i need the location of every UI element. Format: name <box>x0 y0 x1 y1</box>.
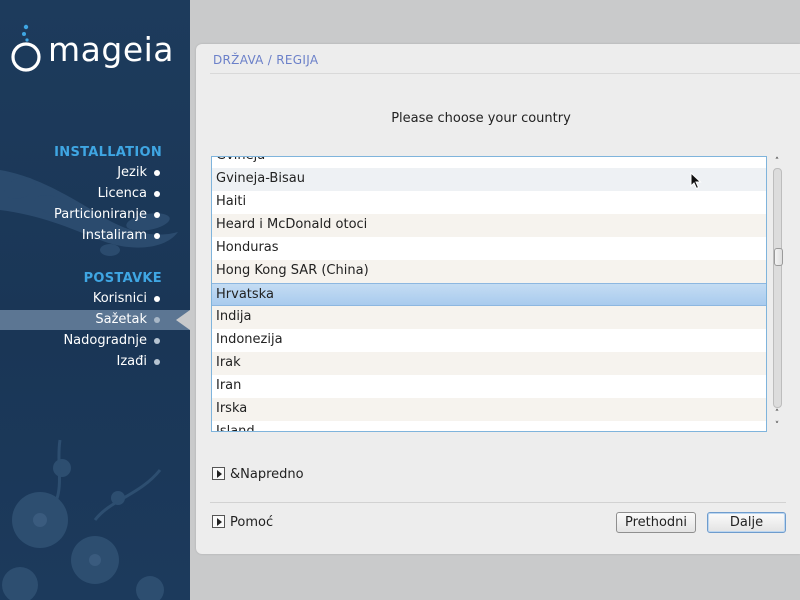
chevron-down-icon[interactable]: ˅ <box>770 420 784 432</box>
country-row[interactable]: Indija <box>212 306 766 329</box>
country-row[interactable]: Island <box>212 421 766 431</box>
sidebar-item-label: Sažetak <box>95 312 147 327</box>
country-row[interactable]: Iran <box>212 375 766 398</box>
country-list-scrollbar[interactable]: ˄ ˄ ˅ <box>770 156 784 432</box>
mageia-logo: mageia <box>8 24 184 76</box>
footer-divider <box>210 502 786 503</box>
section-heading-postavke: POSTAVKE <box>83 271 162 286</box>
country-list[interactable]: Gvineja Gvineja-Bisau Haiti Heard i McDo… <box>211 156 767 432</box>
sidebar-item-licenca: Licenca <box>0 184 190 204</box>
country-row[interactable]: Gvineja-Bisau <box>212 168 766 191</box>
country-prompt: Please choose your country <box>391 111 571 126</box>
chevron-up-icon[interactable]: ˄ <box>770 156 784 168</box>
advanced-expander[interactable]: &Napredno <box>212 467 304 483</box>
chevron-up-icon[interactable]: ˄ <box>770 408 784 420</box>
bullet-icon <box>154 233 160 239</box>
bullet-icon <box>154 296 160 302</box>
country-row[interactable]: Honduras <box>212 237 766 260</box>
previous-button[interactable]: Prethodni <box>616 512 696 533</box>
sidebar-item-label: Jezik <box>117 165 147 180</box>
bullet-icon <box>154 317 160 323</box>
sidebar-item-particioniranje: Particioniranje <box>0 205 190 225</box>
title-divider <box>210 73 800 74</box>
sidebar-item-izadi: Izađi <box>0 352 190 372</box>
section-heading-installation: INSTALLATION <box>54 145 162 160</box>
sidebar-item-label: Korisnici <box>92 291 147 306</box>
mageia-logo-icon <box>11 24 41 72</box>
scrollbar-track[interactable] <box>773 168 783 408</box>
country-row[interactable]: Irska <box>212 398 766 421</box>
country-row[interactable]: Hong Kong SAR (China) <box>212 260 766 283</box>
country-row[interactable]: Irak <box>212 352 766 375</box>
bullet-icon <box>154 170 160 176</box>
triangle-right-icon <box>212 467 225 480</box>
sidebar-item-label: Licenca <box>97 186 147 201</box>
bullet-icon <box>154 212 160 218</box>
bullet-icon <box>154 191 160 197</box>
mouse-cursor-icon <box>690 172 702 190</box>
country-row-selected[interactable]: Hrvatska <box>212 283 766 306</box>
triangle-right-icon <box>212 515 225 528</box>
scrollbar-thumb[interactable] <box>774 248 783 266</box>
bullet-icon <box>154 359 160 365</box>
country-row[interactable]: Gvineja <box>212 157 766 168</box>
next-button[interactable]: Dalje <box>707 512 786 533</box>
country-row[interactable]: Indonezija <box>212 329 766 352</box>
sidebar-item-label: Izađi <box>116 354 148 369</box>
sidebar-item-jezik: Jezik <box>0 163 190 183</box>
logo-wordmark: mageia <box>48 30 175 69</box>
sidebar-item-instaliram: Instaliram <box>0 226 190 246</box>
country-row[interactable]: Haiti <box>212 191 766 214</box>
sidebar-item-label: Particioniranje <box>54 207 147 222</box>
help-expander[interactable]: Pomoć <box>212 515 273 531</box>
page-title: DRŽAVA / REGIJA <box>213 53 319 67</box>
installer-sidebar: mageia INSTALLATION Jezik Licenca Partic… <box>0 0 190 600</box>
sidebar-item-korisnici: Korisnici <box>0 289 190 309</box>
country-row[interactable]: Heard i McDonald otoci <box>212 214 766 237</box>
advanced-label: &Napredno <box>230 467 304 482</box>
main-panel: DRŽAVA / REGIJA Please choose your count… <box>196 44 800 554</box>
sidebar-item-sazetak: Sažetak <box>0 310 190 330</box>
sidebar-item-nadogradnje: Nadogradnje <box>0 331 190 351</box>
bullet-icon <box>154 338 160 344</box>
current-step-pointer-icon <box>176 310 190 330</box>
sidebar-item-label: Nadogradnje <box>63 333 147 348</box>
sidebar-item-label: Instaliram <box>81 228 147 243</box>
help-label: Pomoć <box>230 515 274 530</box>
